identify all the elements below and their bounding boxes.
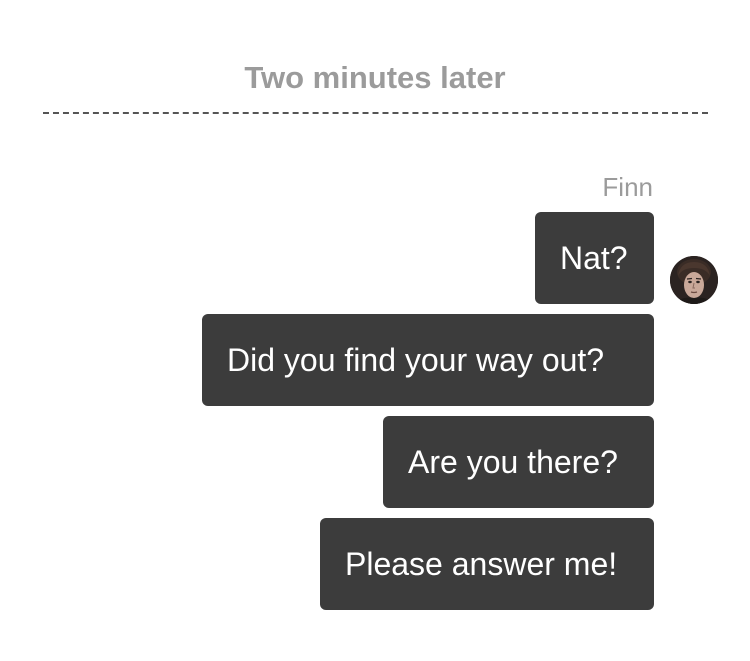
message-bubble[interactable]: Did you find your way out?: [202, 314, 654, 406]
user-avatar-icon: [670, 256, 718, 304]
sender-avatar[interactable]: [670, 256, 718, 304]
time-divider-label: Two minutes later: [244, 60, 506, 95]
sender-name: Finn: [602, 172, 653, 202]
dashed-divider-line: [43, 112, 708, 114]
message-bubble[interactable]: Are you there?: [383, 416, 654, 508]
message-bubble[interactable]: Please answer me!: [320, 518, 654, 610]
message-bubble[interactable]: Nat?: [535, 212, 654, 304]
